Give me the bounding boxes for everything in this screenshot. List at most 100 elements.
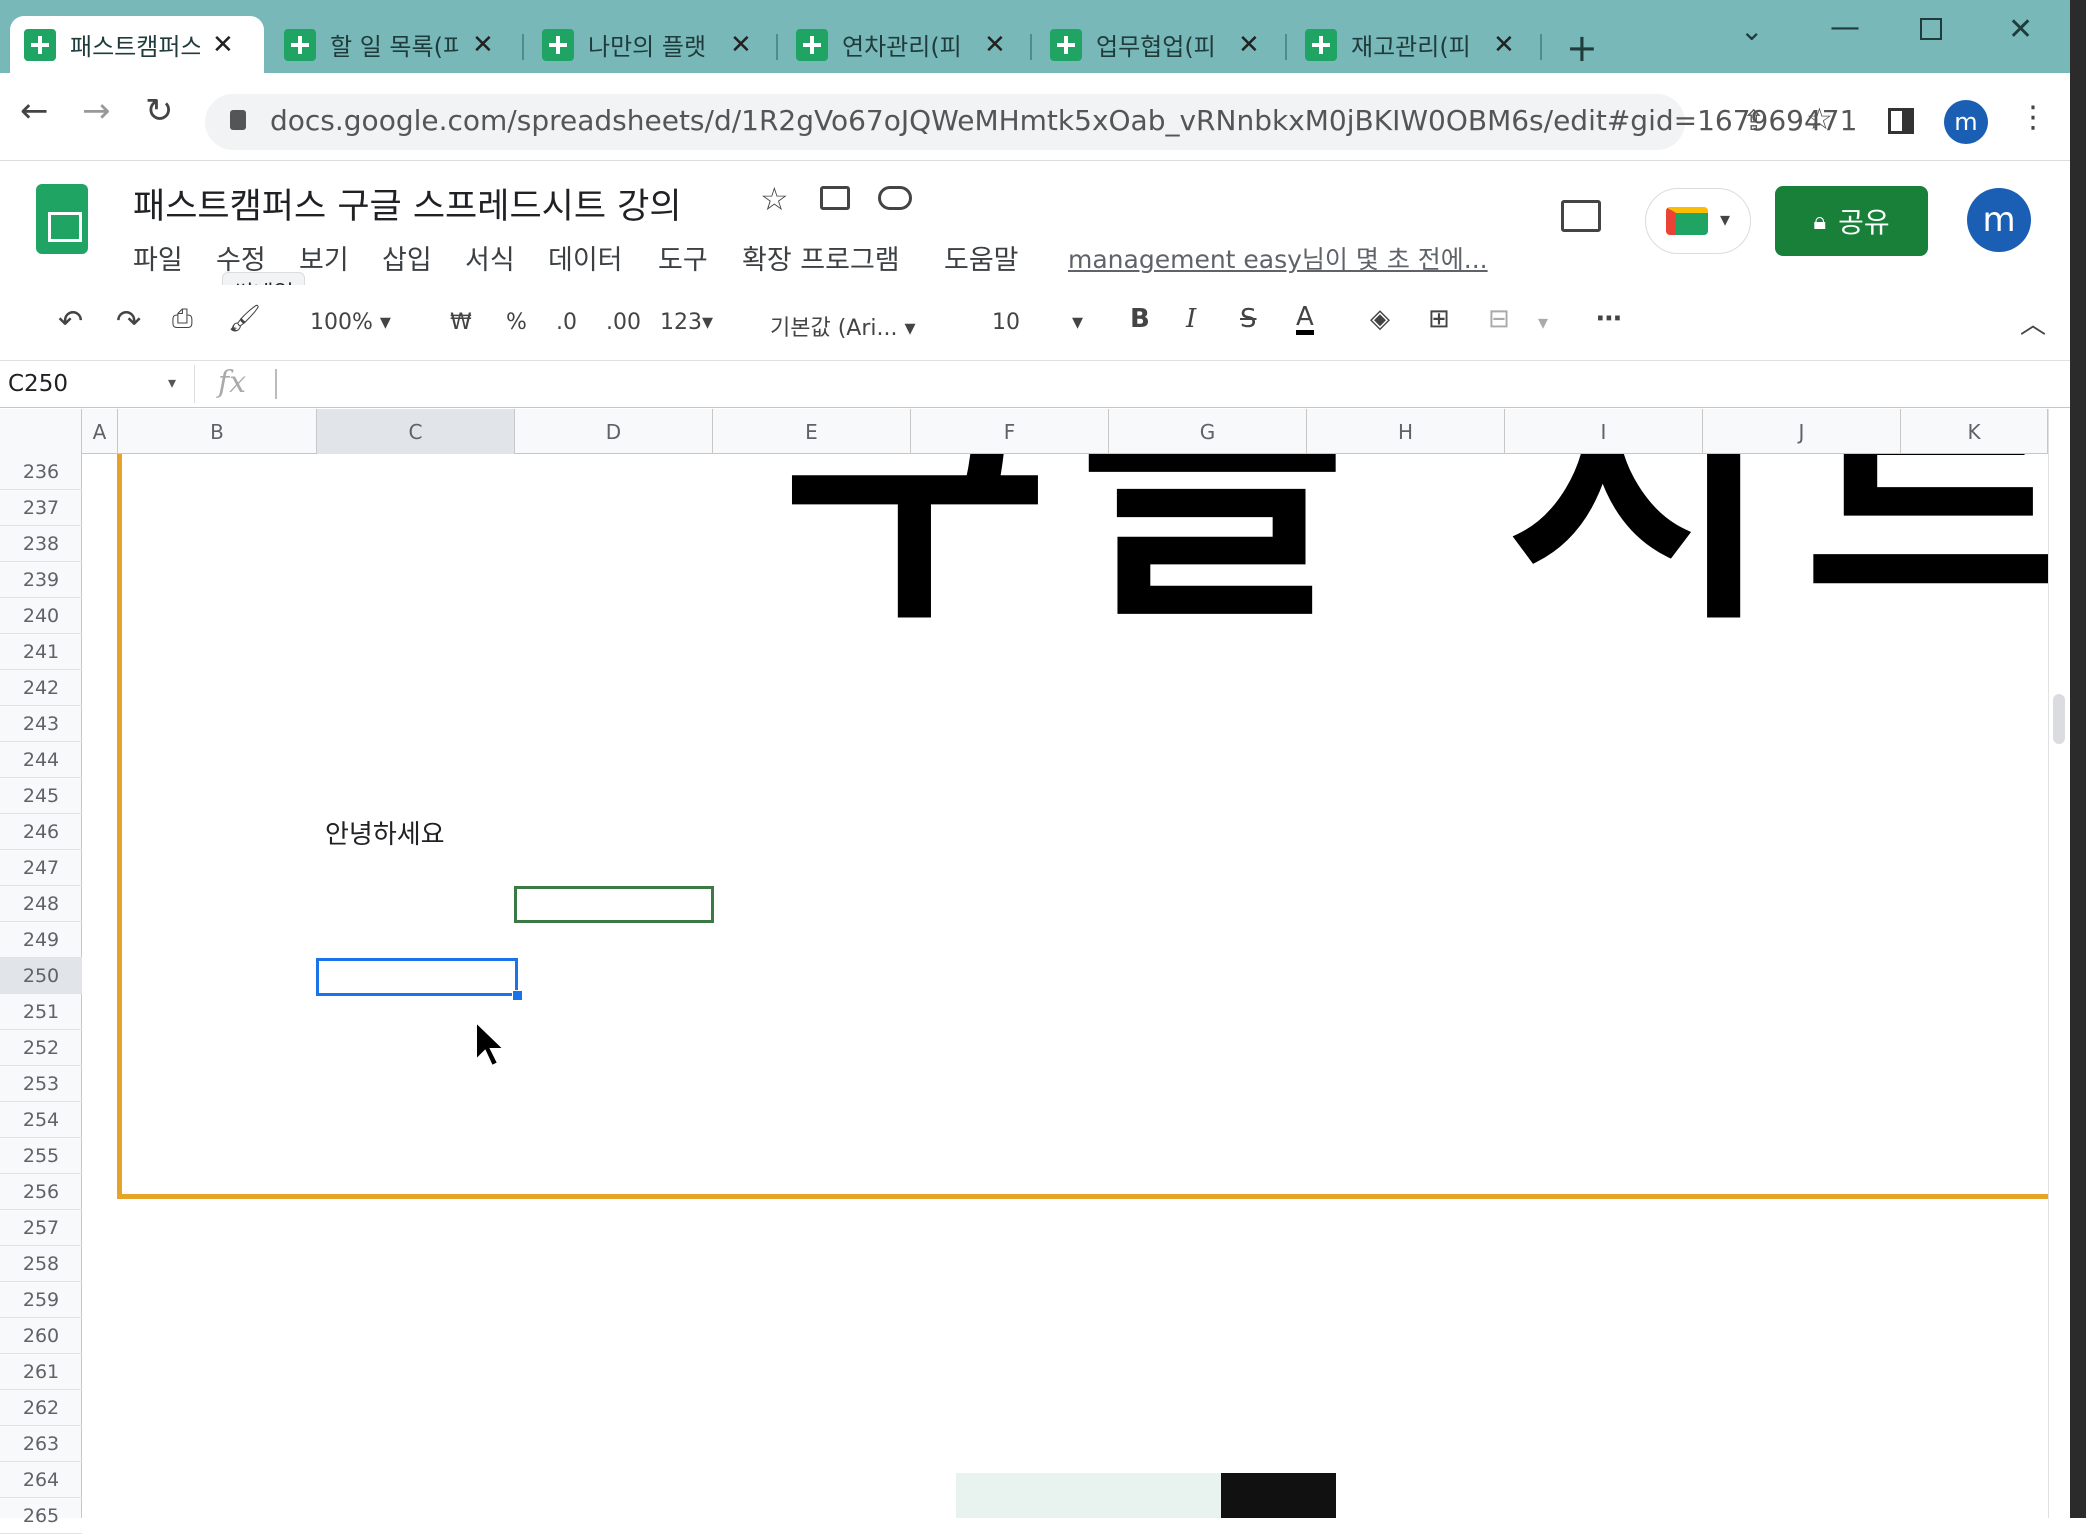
browser-tab-3[interactable]: 나만의 플랫 ✕: [528, 16, 773, 73]
row-header[interactable]: 236: [0, 454, 82, 490]
meet-button[interactable]: ▾: [1645, 188, 1751, 254]
column-header-a[interactable]: A: [82, 409, 118, 454]
row-header[interactable]: 261: [0, 1354, 82, 1390]
row-header[interactable]: 243: [0, 706, 82, 742]
font-family-select[interactable]: 기본값 (Ari... ▾: [770, 310, 916, 342]
row-header[interactable]: 264: [0, 1462, 82, 1498]
profile-avatar[interactable]: m: [1944, 100, 1988, 144]
more-options-icon[interactable]: ⋯: [1596, 304, 1622, 334]
collaborator-selection-d248[interactable]: [514, 886, 714, 923]
browser-tab-5[interactable]: 업무협업(피 ✕: [1036, 16, 1281, 73]
share-button[interactable]: 🔒︎ 공유: [1775, 186, 1928, 256]
strikethrough-icon[interactable]: S: [1240, 304, 1257, 334]
cell-grid[interactable]: 구글 시트 이 안녕하세요: [82, 454, 2048, 1518]
row-header[interactable]: 260: [0, 1318, 82, 1354]
row-header[interactable]: 265: [0, 1498, 82, 1534]
close-icon[interactable]: ✕: [1493, 30, 1515, 60]
active-cell-c250[interactable]: [316, 958, 523, 1001]
row-header[interactable]: 240: [0, 598, 82, 634]
row-header[interactable]: 247: [0, 850, 82, 886]
text-color-icon[interactable]: A: [1296, 304, 1314, 335]
chevron-down-icon[interactable]: ▾: [168, 373, 176, 392]
column-header-g[interactable]: G: [1109, 409, 1307, 454]
menu-file[interactable]: 파일: [133, 238, 183, 277]
row-header[interactable]: 257: [0, 1210, 82, 1246]
last-edit-link[interactable]: management easy님이 몇 초 전에...: [1068, 240, 1488, 276]
currency-format-button[interactable]: ₩: [450, 310, 472, 335]
fill-handle[interactable]: [512, 990, 523, 1001]
google-sheets-logo-icon[interactable]: [36, 184, 88, 254]
column-header-k[interactable]: K: [1901, 409, 2048, 454]
row-header[interactable]: 258: [0, 1246, 82, 1282]
browser-tab-2[interactable]: 할 일 목록(피 ✕: [270, 16, 510, 73]
browser-tab-1[interactable]: 패스트캠퍼스 ✕: [10, 16, 264, 73]
menu-insert[interactable]: 삽입: [382, 238, 432, 277]
minimize-icon[interactable]: —: [1830, 10, 1860, 45]
menu-extensions[interactable]: 확장 프로그램: [742, 238, 900, 277]
row-header[interactable]: 244: [0, 742, 82, 778]
redo-icon[interactable]: ↷: [116, 304, 141, 339]
menu-help[interactable]: 도움말: [944, 238, 1019, 277]
row-header[interactable]: 263: [0, 1426, 82, 1462]
column-header-j[interactable]: J: [1703, 409, 1901, 454]
row-header[interactable]: 262: [0, 1390, 82, 1426]
percent-format-button[interactable]: %: [506, 310, 527, 335]
lock-icon[interactable]: [230, 110, 246, 130]
column-header-i[interactable]: I: [1505, 409, 1703, 454]
row-header[interactable]: 250: [0, 958, 82, 994]
close-icon[interactable]: ✕: [212, 30, 234, 60]
row-header[interactable]: 237: [0, 490, 82, 526]
menu-tools[interactable]: 도구: [658, 238, 708, 277]
chevron-down-icon[interactable]: ▾: [1538, 310, 1548, 334]
name-box[interactable]: C250: [8, 371, 68, 397]
cloud-status-icon[interactable]: [878, 186, 912, 210]
back-arrow-icon[interactable]: ←: [20, 91, 49, 131]
print-icon[interactable]: ⎙: [172, 304, 193, 335]
comments-icon[interactable]: [1561, 200, 1601, 232]
number-format-select[interactable]: 123▾: [660, 310, 713, 335]
tab-search-chevron-icon[interactable]: ⌄: [1740, 14, 1763, 47]
close-icon[interactable]: ✕: [730, 30, 752, 60]
move-folder-icon[interactable]: [820, 186, 850, 210]
reload-icon[interactable]: ↻: [145, 91, 174, 131]
url-text[interactable]: docs.google.com/spreadsheets/d/1R2gVo67o…: [270, 104, 1857, 137]
row-header[interactable]: 238: [0, 526, 82, 562]
paint-format-icon[interactable]: 🖌︎: [228, 304, 261, 334]
vertical-scrollbar[interactable]: [2048, 409, 2070, 1518]
row-header[interactable]: 242: [0, 670, 82, 706]
increase-decimal-button[interactable]: .00: [606, 310, 641, 335]
forward-arrow-icon[interactable]: →: [82, 91, 111, 131]
chevron-down-icon[interactable]: ▾: [1072, 310, 1083, 335]
star-icon[interactable]: ☆: [760, 180, 789, 218]
new-tab-icon[interactable]: +: [1566, 26, 1598, 70]
row-header[interactable]: 241: [0, 634, 82, 670]
column-header-c[interactable]: C: [317, 409, 515, 454]
row-header[interactable]: 253: [0, 1066, 82, 1102]
bookmark-star-icon[interactable]: ☆: [1806, 102, 1833, 137]
row-header[interactable]: 255: [0, 1138, 82, 1174]
bold-icon[interactable]: B: [1130, 304, 1150, 334]
row-header[interactable]: 251: [0, 994, 82, 1030]
browser-menu-icon[interactable]: ⋮: [2018, 100, 2048, 135]
account-avatar[interactable]: m: [1967, 188, 2031, 252]
browser-tab-6[interactable]: 재고관리(피 ✕: [1291, 16, 1536, 73]
close-icon[interactable]: ✕: [984, 30, 1006, 60]
merge-cells-icon[interactable]: ⊟: [1488, 304, 1510, 334]
italic-icon[interactable]: I: [1186, 304, 1196, 334]
browser-tab-4[interactable]: 연차관리(피 ✕: [782, 16, 1027, 73]
zoom-select[interactable]: 100% ▾: [310, 310, 391, 335]
share-page-icon[interactable]: ⇪: [1742, 104, 1765, 137]
column-header-e[interactable]: E: [713, 409, 911, 454]
formula-input[interactable]: [275, 369, 1975, 399]
column-header-h[interactable]: H: [1307, 409, 1505, 454]
maximize-icon[interactable]: [1920, 18, 1942, 40]
menu-format[interactable]: 서식: [465, 238, 515, 277]
document-title[interactable]: 패스트캠퍼스 구글 스프레드시트 강의: [133, 178, 682, 229]
close-icon[interactable]: ✕: [472, 30, 494, 60]
column-header-f[interactable]: F: [911, 409, 1109, 454]
collapse-chevron-up-icon[interactable]: ︿: [2020, 304, 2046, 341]
row-header[interactable]: 254: [0, 1102, 82, 1138]
row-header[interactable]: 248: [0, 886, 82, 922]
column-header-d[interactable]: D: [515, 409, 713, 454]
select-all-corner[interactable]: [0, 409, 82, 454]
